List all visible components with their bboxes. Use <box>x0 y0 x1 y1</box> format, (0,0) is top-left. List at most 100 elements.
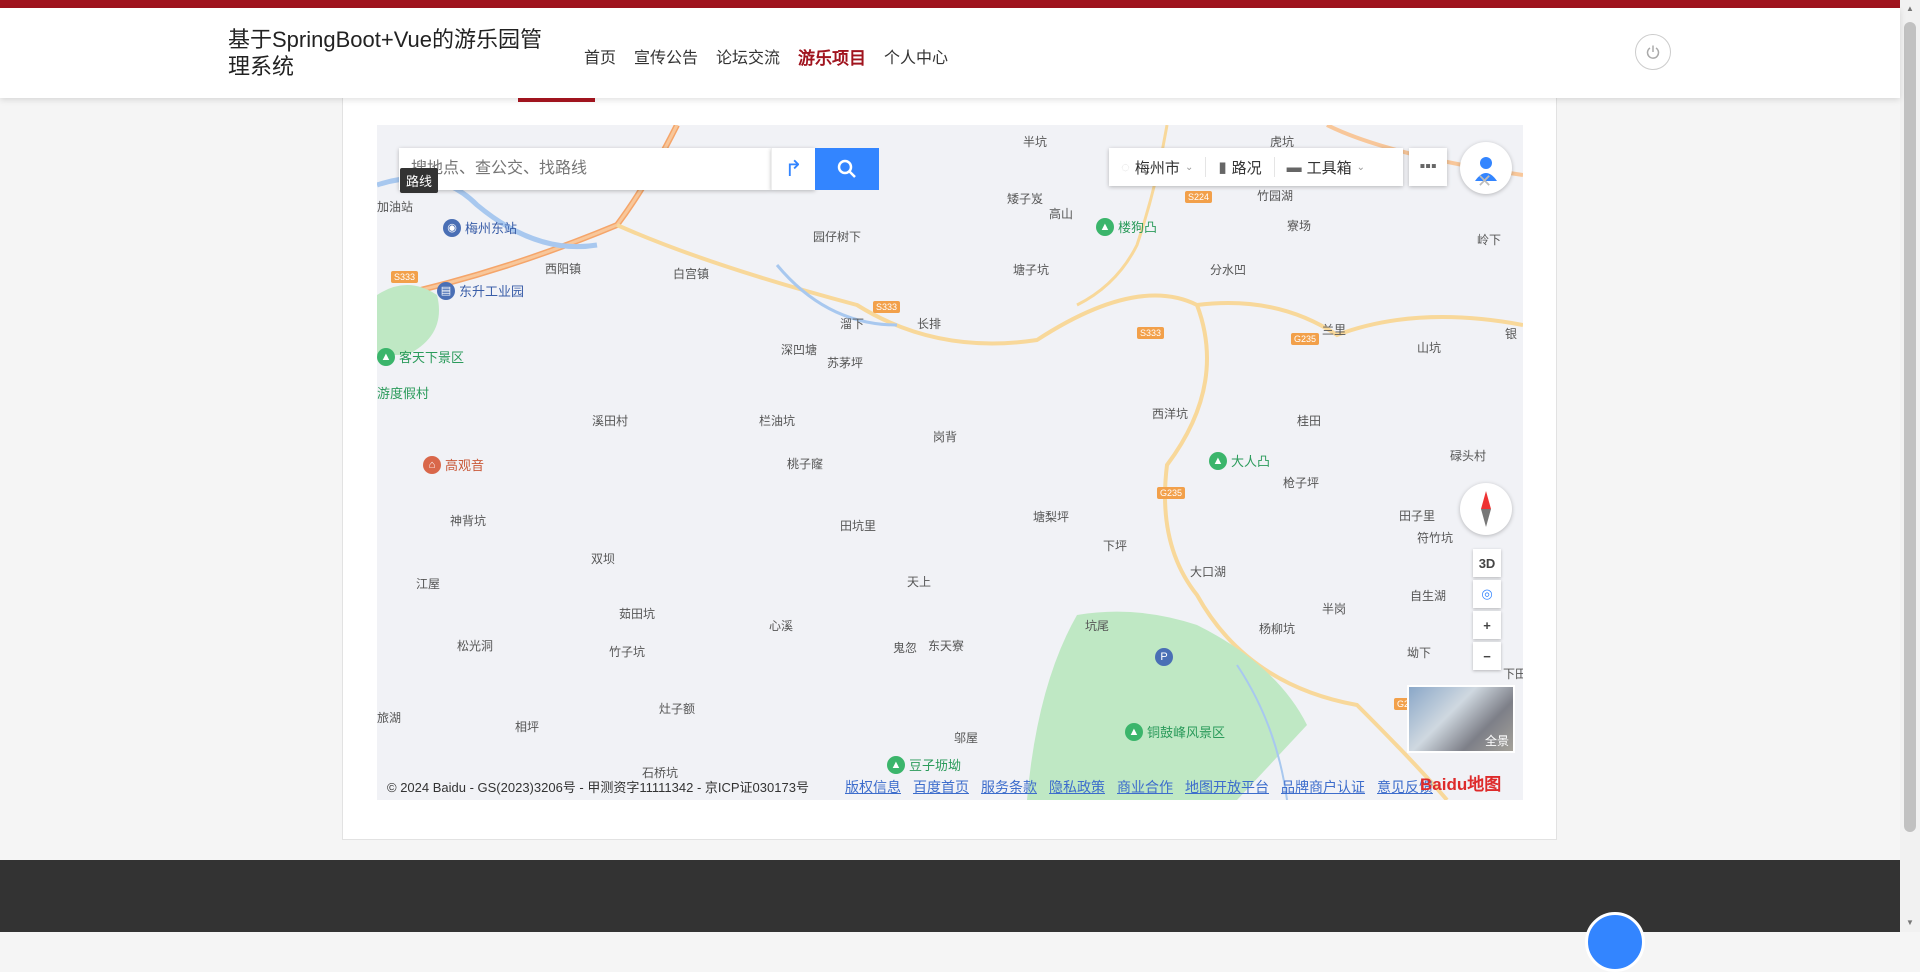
scenic-icon: ▲ <box>1125 722 1143 741</box>
map-place: 溜下 <box>840 317 865 331</box>
link-baidu-home[interactable]: 百度首页 <box>913 777 969 797</box>
message-icon: ▪▪▪ <box>1419 158 1437 175</box>
chat-icon[interactable] <box>1585 912 1645 972</box>
compass-control[interactable] <box>1460 483 1512 535</box>
navbar: 基于SpringBoot+Vue的游乐园管理系统 首页 宣传公告 论坛交流 游乐… <box>0 8 1900 98</box>
poi-douzi[interactable]: ▲ 豆子坜坳 <box>887 755 961 774</box>
map-place: 岭下 <box>1477 233 1502 247</box>
locate-icon[interactable]: ◎ <box>1473 580 1501 608</box>
route-arrow-icon: ↱ <box>784 156 803 181</box>
map-place: 半坑 <box>1023 135 1048 149</box>
map-place: 桂田 <box>1297 414 1322 428</box>
map-links: 版权信息 百度首页 服务条款 隐私政策 商业合作 地图开放平台 品牌商户认证 意… <box>845 777 1433 797</box>
traffic-button[interactable]: ▮ 路况 <box>1206 157 1273 178</box>
menu-announcements[interactable]: 宣传公告 <box>625 44 707 69</box>
map-place: 苏茅坪 <box>827 356 864 370</box>
map-place: 双坝 <box>591 552 616 566</box>
location-icon: ◌ <box>1121 158 1130 176</box>
scroll-down-icon[interactable]: ▼ <box>1905 918 1915 928</box>
road-shield: S333 <box>873 301 901 313</box>
3d-button[interactable]: 3D <box>1473 549 1501 577</box>
map-place: 深凹塘 <box>781 343 818 357</box>
link-privacy[interactable]: 隐私政策 <box>1049 777 1105 797</box>
scroll-thumb[interactable] <box>1904 22 1916 832</box>
menu-forum[interactable]: 论坛交流 <box>707 44 789 69</box>
zoom-in-button[interactable]: + <box>1473 611 1501 639</box>
route-button[interactable]: ↱ <box>771 148 815 190</box>
road-shield: S224 <box>1185 191 1213 203</box>
road-shield: S333 <box>391 271 419 283</box>
map-place: 自生湖 <box>1410 589 1447 603</box>
toolbox-button[interactable]: ▬ 工具箱 ⌄ <box>1275 157 1377 178</box>
map-place: 东天寮 <box>928 639 965 653</box>
map-place: 灶子额 <box>659 702 696 716</box>
panorama-thumbnail[interactable]: 全景 <box>1407 685 1515 753</box>
map-place: 茹田坑 <box>619 607 656 621</box>
map-place: 田坑里 <box>840 519 877 533</box>
map-place: 邬屋 <box>954 731 979 745</box>
link-business[interactable]: 商业合作 <box>1117 777 1173 797</box>
zoom-out-button[interactable]: − <box>1473 642 1501 670</box>
map-place: 矮子岌 <box>1007 192 1044 206</box>
link-terms[interactable]: 服务条款 <box>981 777 1037 797</box>
scenic-icon: ▲ <box>377 347 395 366</box>
map-place: 园仔树下 <box>813 230 862 244</box>
map-place: 旅湖 <box>377 711 402 725</box>
poi-resort[interactable]: 游度假村 <box>377 383 429 402</box>
compass-icon <box>1481 491 1491 527</box>
city-selector[interactable]: ◌ 梅州市 ⌄ <box>1109 157 1205 178</box>
baidu-map[interactable]: 半坑 虎坑 矮子岌 高山 竹园湖 寮场 园仔树下 塘子坑 分水凹 白宫镇 西阳镇… <box>377 125 1523 800</box>
map-place: 下田 <box>1503 667 1523 681</box>
map-search-button[interactable] <box>815 148 879 190</box>
poi-parking[interactable]: P <box>1155 648 1173 666</box>
map-search-input[interactable] <box>411 158 751 180</box>
link-open-platform[interactable]: 地图开放平台 <box>1185 777 1269 797</box>
map-place: 岗背 <box>933 430 958 444</box>
map-place: 竹子坑 <box>609 645 646 659</box>
map-place: 下坪 <box>1103 539 1128 553</box>
poi-darentu[interactable]: ▲ 大人凸 <box>1209 451 1270 470</box>
map-place: 塘梨坪 <box>1033 510 1070 524</box>
poi-dongsheng-industrial[interactable]: ▤ 东升工业园 <box>437 281 524 300</box>
map-roads <box>377 125 1523 800</box>
traffic-light-icon: ▮ <box>1218 159 1227 176</box>
message-button[interactable]: ▪▪▪ <box>1409 148 1447 186</box>
menu-home[interactable]: 首页 <box>575 44 625 69</box>
poi-tonggufeng[interactable]: ▲ 铜鼓峰风景区 <box>1125 722 1225 741</box>
page-footer <box>0 860 1900 972</box>
menu-rides[interactable]: 游乐项目 <box>789 44 875 69</box>
map-place: 西阳镇 <box>545 262 582 276</box>
map-place: 神背坑 <box>450 514 487 528</box>
poi-gaoguanyin[interactable]: ⌂ 高观音 <box>423 455 484 474</box>
top-accent-line <box>0 0 1900 8</box>
map-place: 松光洞 <box>457 639 494 653</box>
main-menu: 首页 宣传公告 论坛交流 游乐项目 个人中心 <box>575 44 957 69</box>
map-place: 符竹坑 <box>1417 531 1454 545</box>
menu-profile[interactable]: 个人中心 <box>875 44 957 69</box>
poi-meizhou-east-station[interactable]: ◉ 梅州东站 <box>443 218 517 237</box>
road-shield: G235 <box>1157 487 1186 499</box>
power-icon[interactable] <box>1635 34 1671 70</box>
map-place: 长排 <box>917 317 942 331</box>
parking-icon: P <box>1155 648 1173 666</box>
poi-ketianxia[interactable]: ▲ 客天下景区 <box>377 347 464 366</box>
map-place: 坑尾 <box>1085 619 1110 633</box>
map-place: 鬼忽 <box>893 641 918 655</box>
map-place: 银 <box>1505 327 1518 341</box>
map-place: 坳下 <box>1407 646 1432 660</box>
map-place: 田子里 <box>1399 509 1436 523</box>
map-place: 寮场 <box>1287 219 1312 233</box>
map-place: 桃子窿 <box>787 457 824 471</box>
link-copyright[interactable]: 版权信息 <box>845 777 901 797</box>
scenic-icon: ▲ <box>1209 451 1227 470</box>
site-title: 基于SpringBoot+Vue的游乐园管理系统 <box>228 27 543 79</box>
poi-lougoutu[interactable]: ▲ 楼狗凸 <box>1096 217 1157 236</box>
close-icon[interactable]: ✕ <box>1477 171 1492 192</box>
link-brand-cert[interactable]: 品牌商户认证 <box>1281 777 1365 797</box>
search-icon <box>837 159 856 178</box>
scrollbar[interactable]: ▲ ▼ <box>1900 0 1920 932</box>
scroll-up-icon[interactable]: ▲ <box>1905 4 1915 14</box>
map-place: 枪子坪 <box>1283 476 1320 490</box>
chevron-down-icon: ⌄ <box>1184 161 1194 173</box>
map-place: 溪田村 <box>592 414 629 428</box>
